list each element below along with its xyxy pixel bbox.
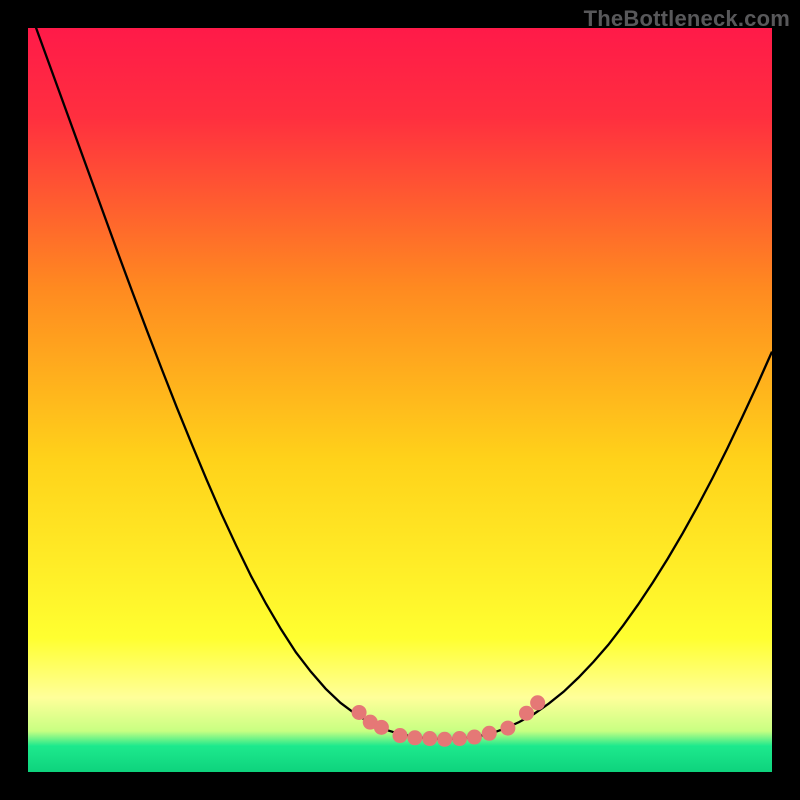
chart-frame (28, 28, 772, 772)
data-marker (500, 721, 515, 736)
data-marker (407, 730, 422, 745)
watermark-text: TheBottleneck.com (584, 6, 790, 32)
data-marker (482, 726, 497, 741)
data-marker (374, 720, 389, 735)
data-marker (519, 706, 534, 721)
bottleneck-chart (28, 28, 772, 772)
data-marker (467, 730, 482, 745)
data-marker (530, 695, 545, 710)
data-marker (452, 731, 467, 746)
chart-background (28, 28, 772, 772)
data-marker (422, 731, 437, 746)
data-marker (437, 732, 452, 747)
data-marker (393, 728, 408, 743)
